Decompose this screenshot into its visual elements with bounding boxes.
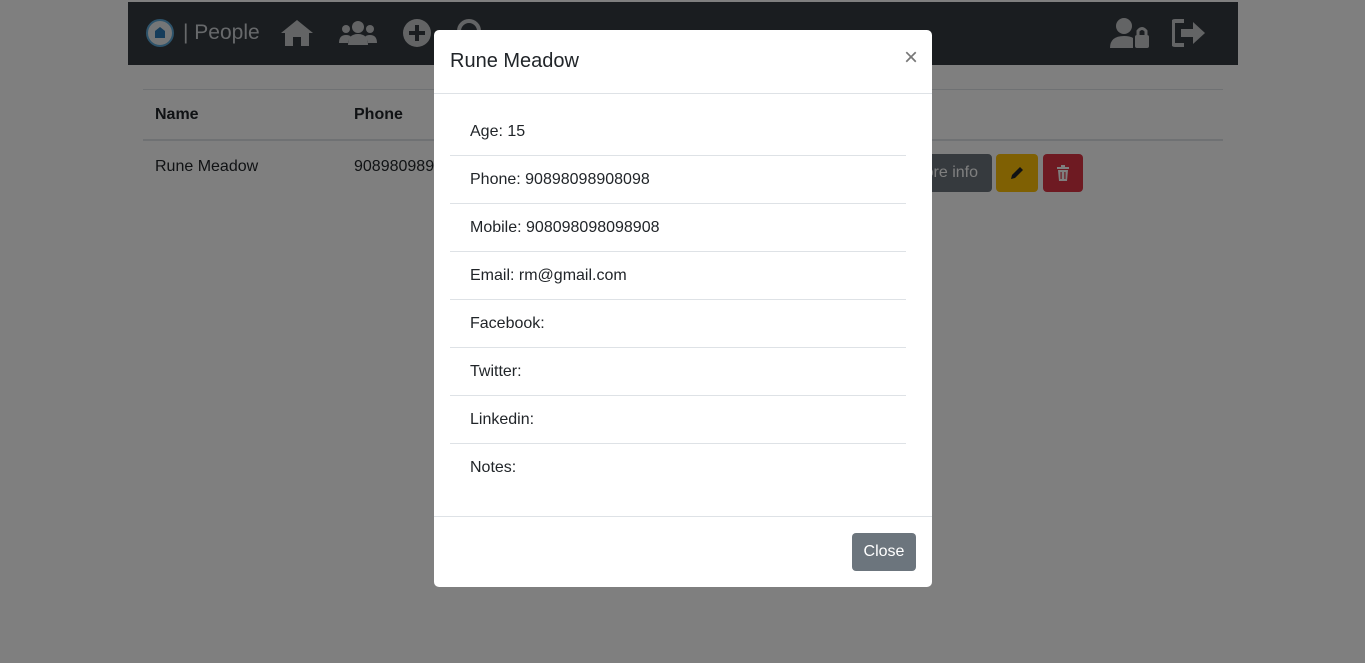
modal-footer: Close xyxy=(434,516,932,588)
detail-phone: Phone: 90898098908098 xyxy=(450,156,906,204)
modal-title: Rune Meadow xyxy=(450,50,579,72)
close-button[interactable]: Close xyxy=(852,533,916,571)
detail-mobile: Mobile: 908098098098908 xyxy=(450,204,906,252)
detail-age: Age: 15 xyxy=(450,108,906,156)
detail-notes: Notes: xyxy=(470,459,517,476)
detail-email: Email: rm@gmail.com xyxy=(450,252,906,300)
person-details-modal: Rune Meadow × Age: 15 Phone: 90898098908… xyxy=(434,30,932,587)
detail-linkedin: Linkedin: xyxy=(450,396,906,444)
modal-body: Age: 15 Phone: 90898098908098 Mobile: 90… xyxy=(450,108,906,492)
modal-header: Rune Meadow × xyxy=(434,30,932,94)
detail-facebook: Facebook: xyxy=(450,300,906,348)
close-icon[interactable]: × xyxy=(904,46,918,70)
detail-twitter: Twitter: xyxy=(450,348,906,396)
